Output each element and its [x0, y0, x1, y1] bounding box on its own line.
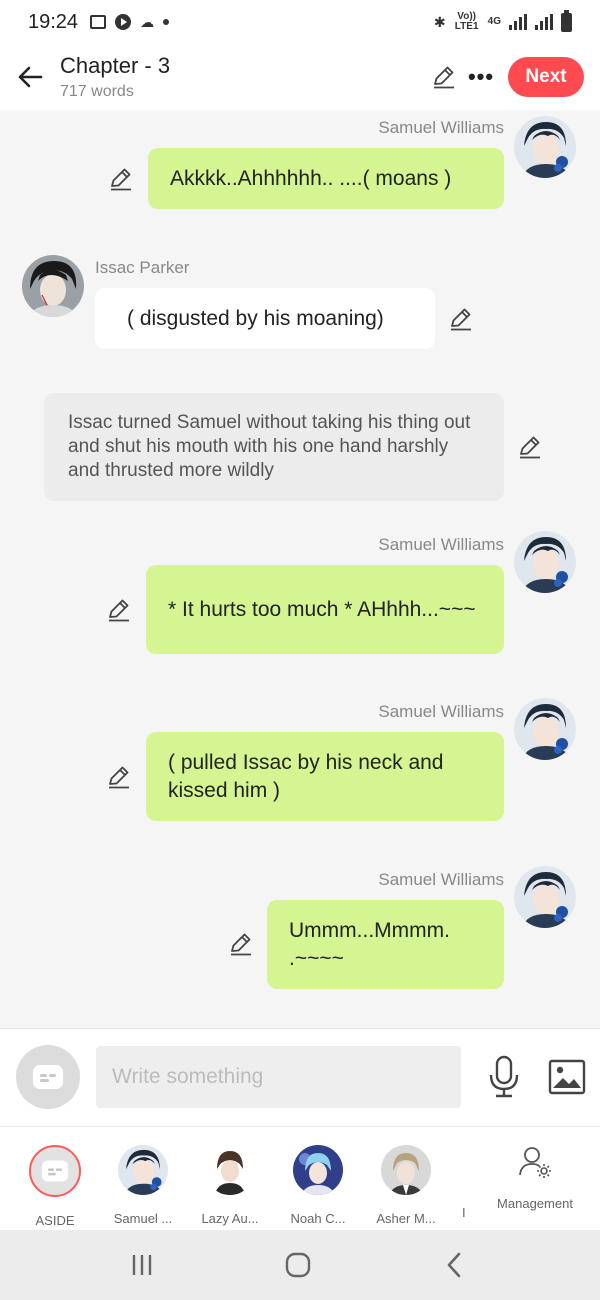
message-bubble[interactable]: Akkkk..Ahhhhhh.. ....( moans ) — [148, 148, 504, 209]
character-avatar — [293, 1145, 343, 1195]
status-bar: 19:24 ☁ ✱ Vo)) LTE1 4G — [0, 0, 600, 44]
edit-message-icon[interactable] — [448, 306, 474, 332]
input-placeholder: Write something — [112, 1065, 264, 1088]
edit-title-button[interactable] — [424, 57, 464, 97]
character-asher[interactable]: Asher M... — [366, 1145, 446, 1226]
asher-avatar — [381, 1145, 431, 1195]
battery-icon — [561, 9, 572, 32]
composer-bar: Write something — [0, 1028, 600, 1126]
samuel-avatar[interactable] — [514, 866, 576, 928]
more-icon: ••• — [467, 64, 495, 89]
character-avatar — [381, 1145, 431, 1195]
character-label-truncated: I — [462, 1205, 466, 1220]
recents-button[interactable] — [122, 1250, 162, 1280]
narration-bubble[interactable]: Issac turned Samuel without taking his t… — [44, 393, 504, 501]
system-navigation-bar — [0, 1230, 600, 1300]
edit-message-icon[interactable] — [108, 166, 134, 192]
message-bubble[interactable]: ( disgusted by his moaning) — [95, 288, 435, 349]
play-icon — [115, 14, 132, 30]
system-back-button[interactable] — [434, 1250, 474, 1280]
character-avatar — [205, 1145, 255, 1195]
home-button[interactable] — [278, 1250, 318, 1280]
recents-icon — [132, 1255, 152, 1275]
editor-header: Chapter - 3 717 words ••• Next — [0, 44, 600, 110]
image-icon[interactable] — [548, 1059, 586, 1095]
next-button[interactable]: Next — [508, 57, 584, 97]
noah-avatar — [293, 1145, 343, 1195]
word-count: 717 words — [60, 83, 134, 100]
character-aside[interactable]: ASIDE — [15, 1145, 95, 1228]
notification-dot-icon — [163, 19, 170, 25]
back-button[interactable] — [0, 44, 60, 110]
character-avatar — [118, 1145, 168, 1195]
aside-icon — [41, 1160, 69, 1182]
chapter-title: Chapter - 3 — [60, 53, 171, 78]
character-label: Samuel ... — [113, 1211, 173, 1226]
gallery-icon — [90, 15, 107, 29]
more-options-button[interactable]: ••• — [464, 57, 498, 97]
aside-toggle-button[interactable] — [16, 1045, 80, 1109]
aside-avatar — [29, 1145, 81, 1197]
character-label: Noah C... — [290, 1211, 346, 1226]
edit-message-icon[interactable] — [517, 434, 543, 460]
speaker-name: Samuel Williams — [378, 118, 504, 137]
chevron-left-icon — [447, 1252, 461, 1278]
speaker-name: Samuel Williams — [378, 702, 504, 721]
microphone-icon[interactable] — [486, 1055, 522, 1099]
lazy-author-avatar — [205, 1145, 255, 1195]
back-arrow-icon — [18, 66, 43, 88]
status-time: 19:24 — [28, 10, 79, 33]
samuel-avatar[interactable] — [514, 531, 576, 593]
edit-message-icon[interactable] — [228, 931, 254, 957]
character-noah[interactable]: Noah C... — [278, 1145, 358, 1226]
edit-message-icon[interactable] — [106, 597, 132, 623]
aside-icon — [33, 1065, 63, 1089]
issac-avatar[interactable] — [22, 255, 84, 317]
management-label: Management — [497, 1196, 573, 1211]
character-samuel[interactable]: Samuel ... — [103, 1145, 183, 1226]
weather-icon: ☁ — [140, 13, 155, 30]
message-bubble[interactable]: ( pulled Issac by his neck and kissed hi… — [146, 732, 504, 821]
chat-area[interactable]: Samuel Williams Akkkk..Ahhhhhh.. ....( m… — [0, 110, 600, 1028]
speaker-name: Samuel Williams — [378, 535, 504, 554]
edit-message-icon[interactable] — [106, 764, 132, 790]
character-label: Lazy Au... — [201, 1211, 259, 1226]
character-label: ASIDE — [35, 1213, 75, 1228]
user-settings-icon — [519, 1147, 551, 1178]
signal-icon — [509, 14, 527, 30]
samuel-avatar — [118, 1145, 168, 1195]
samuel-avatar[interactable] — [514, 698, 576, 760]
character-bar: ASIDE Samuel ... Lazy Au... Noah C... As… — [0, 1126, 600, 1230]
volte-indicator: Vo)) LTE1 — [454, 11, 479, 32]
samuel-avatar[interactable] — [514, 116, 576, 178]
character-label: Asher M... — [376, 1211, 436, 1226]
management-button[interactable]: Management — [492, 1145, 578, 1211]
message-bubble[interactable]: * It hurts too much * AHhhh...~~~ — [146, 565, 504, 654]
message-bubble[interactable]: Ummm...Mmmm. .~~~~ — [267, 900, 504, 989]
home-icon — [285, 1252, 311, 1278]
message-input[interactable]: Write something — [96, 1046, 461, 1108]
speaker-name: Samuel Williams — [378, 870, 504, 889]
bluetooth-icon: ✱ — [433, 13, 446, 30]
speaker-name: Issac Parker — [95, 258, 190, 277]
signal-icon-2 — [535, 14, 553, 30]
network-type-indicator: 4G — [487, 16, 501, 27]
pencil-icon — [431, 64, 457, 90]
character-lazy-author[interactable]: Lazy Au... — [190, 1145, 270, 1226]
